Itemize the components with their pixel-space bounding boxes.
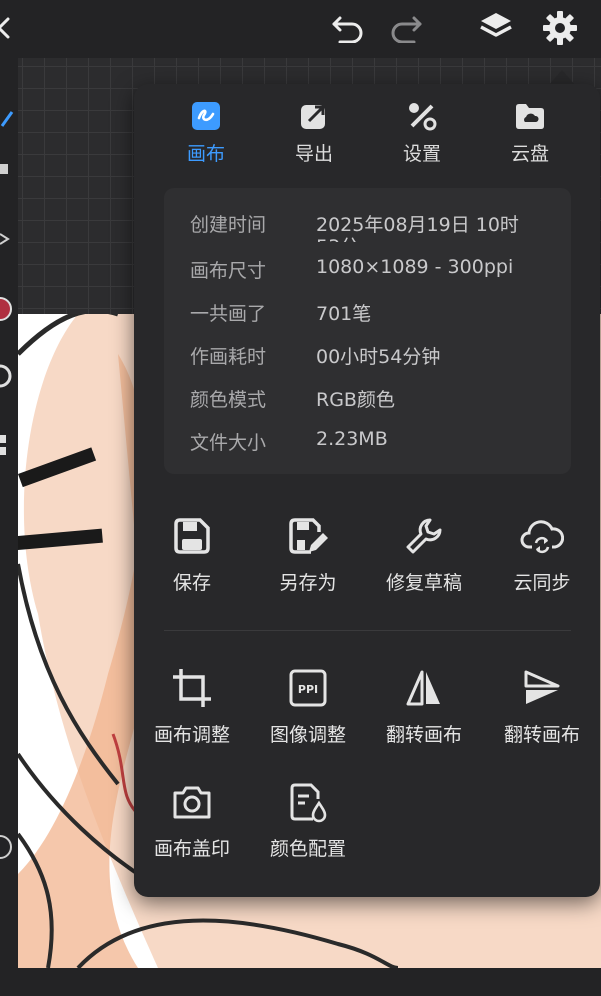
undo-icon[interactable] (328, 8, 368, 48)
flip-canvas-horizontal-button[interactable]: 翻转画布 (366, 666, 482, 747)
flip-canvas-label: 翻转画布 (385, 724, 462, 746)
settings-tools-icon (377, 98, 467, 134)
canvas-info-box: 创建时间 2025年08月19日 10时 53分 画布尺寸 1080×1089 … (164, 188, 571, 474)
save-button[interactable]: 保存 (134, 514, 250, 595)
tab-label: 设置 (402, 143, 441, 165)
color-swatch-icon[interactable] (0, 296, 16, 321)
back-chevron-icon[interactable] (0, 8, 24, 48)
layers-icon[interactable] (476, 8, 516, 48)
info-key: 一共画了 (190, 303, 267, 325)
info-row-strokes: 一共画了 701笔 (190, 299, 570, 329)
tool-icon[interactable] (0, 834, 16, 859)
wrench-icon (366, 514, 482, 558)
canvas-adjust-button[interactable]: 画布调整 (134, 666, 250, 747)
save-label: 保存 (172, 572, 211, 594)
color-profile-label: 颜色配置 (269, 838, 346, 860)
info-row-file-size: 文件大小 2.23MB (190, 428, 570, 458)
image-adjust-label: 图像调整 (269, 724, 346, 746)
info-row-created: 创建时间 2025年08月19日 10时 53分 (190, 210, 570, 242)
canvas-icon (161, 98, 251, 134)
color-profile-icon (250, 780, 366, 824)
save-as-icon (250, 514, 366, 558)
export-icon (269, 98, 359, 134)
info-key: 画布尺寸 (190, 260, 267, 282)
canvas-settings-panel: 画布 导出 设置 云盘 创建时间 2025年08月19日 10时 53分 画布尺… (134, 84, 600, 897)
info-row-color-mode: 颜色模式 RGB颜色 (190, 385, 570, 415)
info-value: RGB颜色 (316, 389, 395, 411)
bottom-bar (0, 968, 601, 996)
section-divider (164, 630, 571, 631)
ppi-icon: PPI (250, 666, 366, 710)
settings-gear-icon[interactable] (540, 8, 580, 48)
info-row-size: 画布尺寸 1080×1089 - 300ppi (190, 256, 570, 286)
cloud-sync-label: 云同步 (513, 572, 571, 594)
repair-draft-button[interactable]: 修复草稿 (366, 514, 482, 595)
tab-label: 云盘 (510, 143, 549, 165)
save-as-label: 另存为 (279, 572, 337, 594)
info-key: 作画耗时 (190, 346, 267, 368)
tab-export[interactable]: 导出 (269, 98, 359, 166)
flip-canvas-vertical-button[interactable]: 翻转画布 (484, 666, 600, 747)
top-toolbar (0, 0, 601, 58)
cloud-sync-button[interactable]: 云同步 (484, 514, 600, 595)
tab-canvas[interactable]: 画布 (161, 98, 251, 166)
tool-icon[interactable] (0, 108, 16, 130)
flip-vertical-icon (484, 666, 600, 710)
tab-label: 导出 (294, 143, 333, 165)
tab-cloud-drive[interactable]: 云盘 (485, 98, 575, 166)
save-as-button[interactable]: 另存为 (250, 514, 366, 595)
tab-label: 画布 (186, 143, 225, 165)
info-key: 文件大小 (190, 432, 267, 454)
info-value: 00小时54分钟 (316, 346, 441, 368)
tool-icon[interactable] (0, 228, 16, 250)
info-key: 创建时间 (190, 214, 267, 236)
canvas-stamp-label: 画布盖印 (153, 838, 230, 860)
flip-horizontal-icon (366, 666, 482, 710)
image-adjust-button[interactable]: PPI 图像调整 (250, 666, 366, 747)
info-key: 颜色模式 (190, 389, 267, 411)
left-tool-strip (0, 58, 18, 968)
tool-icon[interactable] (0, 363, 16, 388)
info-value: 701笔 (316, 303, 372, 325)
svg-text:PPI: PPI (298, 683, 318, 696)
info-value: 1080×1089 - 300ppi (316, 256, 514, 278)
tab-settings[interactable]: 设置 (377, 98, 467, 166)
redo-icon[interactable] (386, 8, 426, 48)
tool-icon[interactable] (0, 158, 16, 180)
cloud-drive-icon (485, 98, 575, 134)
cloud-sync-icon (484, 514, 600, 558)
info-value: 2.23MB (316, 428, 388, 450)
save-icon (134, 514, 250, 558)
repair-draft-label: 修复草稿 (385, 572, 462, 594)
flip-canvas-label: 翻转画布 (503, 724, 580, 746)
canvas-adjust-label: 画布调整 (153, 724, 230, 746)
info-value-continued: 53分 (316, 232, 359, 242)
canvas-stamp-button[interactable]: 画布盖印 (134, 780, 250, 861)
tool-icon[interactable] (0, 433, 16, 455)
color-profile-button[interactable]: 颜色配置 (250, 780, 366, 861)
camera-icon (134, 780, 250, 824)
info-row-duration: 作画耗时 00小时54分钟 (190, 342, 570, 372)
crop-icon (134, 666, 250, 710)
